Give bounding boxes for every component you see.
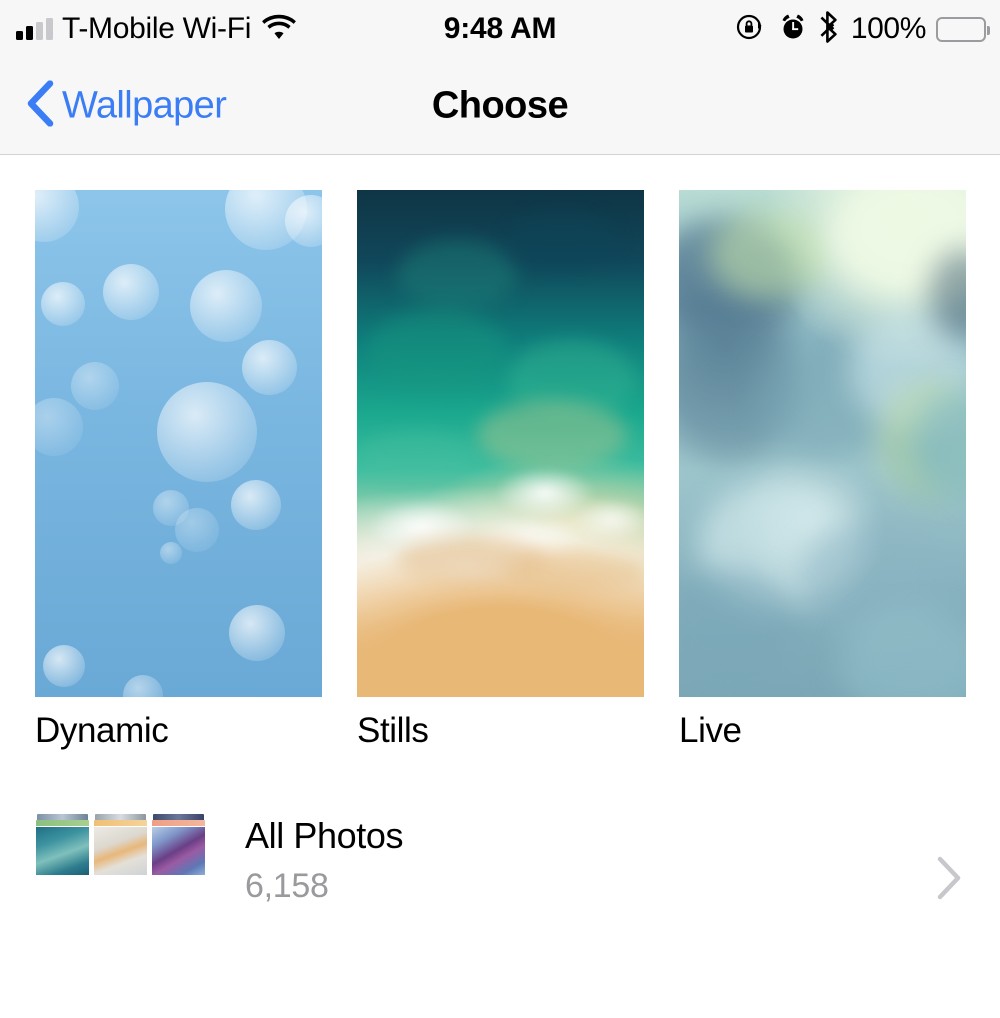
wallpaper-category-stills[interactable]: Stills xyxy=(357,190,644,751)
chevron-right-icon[interactable] xyxy=(936,856,962,905)
wallpaper-category-dynamic[interactable]: Dynamic xyxy=(35,190,322,751)
battery-percent-label: 100% xyxy=(850,12,927,45)
navigation-bar: Wallpaper Choose xyxy=(0,58,1000,155)
bluetooth-icon xyxy=(819,10,839,48)
wallpaper-category-label: Stills xyxy=(357,711,429,750)
wallpaper-chooser-content: Dynamic Stills Live All Photos 6,158 xyxy=(0,156,1000,1018)
wallpaper-category-grid: Dynamic Stills Live xyxy=(35,190,966,751)
all-photos-row[interactable]: All Photos 6,158 xyxy=(0,804,1000,944)
all-photos-count: 6,158 xyxy=(245,867,329,906)
wallpaper-category-live[interactable]: Live xyxy=(679,190,966,751)
all-photos-text-block: All Photos 6,158 xyxy=(245,814,403,907)
all-photos-thumbnail-stack xyxy=(35,814,207,876)
cellular-signal-icon xyxy=(16,18,53,40)
wifi-icon xyxy=(262,14,297,45)
page-title: Choose xyxy=(431,84,569,127)
status-bar-right: 100% xyxy=(501,10,990,48)
thumbnail-stack-item xyxy=(93,814,148,876)
thumbnail-stack-item xyxy=(151,814,206,876)
rotation-lock-icon xyxy=(735,12,765,47)
carrier-label: T-Mobile Wi-Fi xyxy=(62,12,252,45)
stills-beach-aerial-preview[interactable] xyxy=(357,190,644,697)
status-bar: T-Mobile Wi-Fi 9:48 AM 100% xyxy=(0,0,1000,58)
all-photos-title: All Photos xyxy=(245,815,404,856)
alarm-clock-icon xyxy=(779,12,807,47)
live-ink-smoke-preview[interactable] xyxy=(679,190,966,697)
dynamic-blue-bokeh-preview[interactable] xyxy=(35,190,322,697)
thumbnail-stack-item xyxy=(35,814,90,876)
wallpaper-category-label: Live xyxy=(679,711,742,750)
wallpaper-category-label: Dynamic xyxy=(35,711,169,750)
battery-icon xyxy=(936,16,990,42)
status-bar-left: T-Mobile Wi-Fi xyxy=(16,12,501,46)
